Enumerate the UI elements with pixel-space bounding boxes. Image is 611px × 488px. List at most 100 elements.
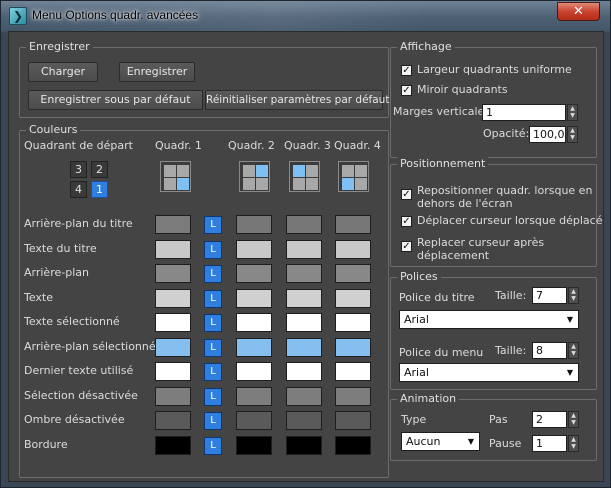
color-swatch-q3[interactable] (286, 288, 322, 308)
color-swatch-q2[interactable] (236, 435, 272, 455)
spin-down-icon[interactable]: ▼ (568, 134, 577, 141)
start-quadrant-1-button[interactable]: 1 (91, 181, 108, 198)
animation-pause-input[interactable]: 1 (532, 435, 567, 452)
spin-up-icon[interactable]: ▲ (569, 412, 578, 419)
opacity-spinner[interactable]: ▲ ▼ (567, 126, 578, 143)
load-button[interactable]: Charger (28, 62, 98, 82)
link-colors-button[interactable]: L (204, 265, 222, 283)
link-colors-button[interactable]: L (204, 240, 222, 259)
vertical-margins-label: Marges verticales (393, 105, 491, 118)
color-swatch-q1[interactable] (155, 386, 191, 406)
menu-font-select[interactable]: Arial ▼ (399, 363, 579, 382)
color-swatch-q1[interactable] (155, 362, 191, 381)
color-swatch-q3[interactable] (286, 215, 322, 234)
vertical-margins-input[interactable]: 1 (482, 104, 566, 121)
color-swatch-q1[interactable] (155, 239, 191, 259)
title-size-input[interactable]: 7 (532, 287, 567, 304)
animation-step-input[interactable]: 2 (532, 411, 567, 428)
color-row-label: Arrière-plan du titre (24, 217, 133, 230)
start-quadrant-3-button[interactable]: 3 (70, 161, 87, 178)
color-swatch-q3[interactable] (286, 411, 322, 430)
color-swatch-q2[interactable] (236, 313, 272, 332)
spin-up-icon[interactable]: ▲ (568, 127, 577, 134)
animation-step-spinner[interactable]: ▲ ▼ (568, 411, 579, 428)
color-swatch-q1[interactable] (155, 215, 191, 234)
color-swatch-q1[interactable] (155, 337, 191, 357)
spin-up-icon[interactable]: ▲ (569, 343, 578, 350)
reposition-checkbox[interactable]: ✓ (401, 189, 412, 200)
chevron-down-icon[interactable]: ▼ (567, 364, 573, 381)
title-bar[interactable]: ❯ Menu Options quadr. avancées ✕ (1, 1, 610, 31)
color-swatch-q2[interactable] (236, 264, 272, 283)
color-swatch-q4[interactable] (335, 239, 371, 259)
save-button[interactable]: Enregistrer (119, 62, 195, 82)
spin-down-icon[interactable]: ▼ (569, 350, 578, 357)
link-colors-button[interactable]: L (204, 412, 222, 430)
uniform-width-label: Largeur quadrants uniforme (417, 63, 572, 76)
color-swatch-q4[interactable] (335, 411, 371, 430)
color-swatch-q1[interactable] (155, 313, 191, 332)
reset-defaults-button[interactable]: Réinitialiser paramètres par défaut (205, 90, 389, 110)
color-swatch-q2[interactable] (236, 386, 272, 406)
replace-cursor-checkbox[interactable]: ✓ (401, 241, 412, 252)
color-swatch-q1[interactable] (155, 411, 191, 430)
color-swatch-q3[interactable] (286, 362, 322, 381)
save-as-default-button[interactable]: Enregistrer sous par défaut (28, 90, 203, 110)
link-colors-button[interactable]: L (204, 363, 222, 381)
color-swatch-q1[interactable] (155, 264, 191, 283)
color-swatch-q2[interactable] (236, 362, 272, 381)
color-swatch-q3[interactable] (286, 435, 322, 455)
color-swatch-q2[interactable] (236, 411, 272, 430)
menu-size-spinner[interactable]: ▲ ▼ (568, 342, 579, 359)
color-swatch-q4[interactable] (335, 215, 371, 234)
color-swatch-q2[interactable] (236, 288, 272, 308)
link-colors-button[interactable]: L (204, 436, 222, 455)
chevron-down-icon[interactable]: ▼ (468, 433, 474, 450)
spin-up-icon[interactable]: ▲ (569, 288, 578, 295)
chevron-down-icon[interactable]: ▼ (567, 311, 573, 328)
vertical-margins-spinner[interactable]: ▲ ▼ (567, 104, 578, 121)
color-swatch-q2[interactable] (236, 239, 272, 259)
color-swatch-q4[interactable] (335, 288, 371, 308)
quadrant-3-preview-icon (289, 161, 320, 192)
move-cursor-checkbox[interactable]: ✓ (401, 216, 412, 227)
color-swatch-q4[interactable] (335, 313, 371, 332)
link-colors-button[interactable]: L (204, 338, 222, 357)
link-colors-button[interactable]: L (204, 216, 222, 234)
color-swatch-q4[interactable] (335, 362, 371, 381)
link-colors-button[interactable]: L (204, 289, 222, 308)
color-swatch-q2[interactable] (236, 337, 272, 357)
start-quadrant-2-button[interactable]: 2 (91, 161, 108, 178)
color-swatch-q4[interactable] (335, 386, 371, 406)
spin-up-icon[interactable]: ▲ (568, 105, 577, 112)
mirror-checkbox[interactable]: ✓ (401, 85, 412, 96)
title-font-select[interactable]: Arial ▼ (399, 310, 579, 329)
menu-size-input[interactable]: 8 (532, 342, 567, 359)
link-colors-button[interactable]: L (204, 314, 222, 332)
color-swatch-q3[interactable] (286, 337, 322, 357)
uniform-width-checkbox[interactable]: ✓ (401, 65, 412, 76)
close-button[interactable]: ✕ (557, 2, 600, 21)
spin-down-icon[interactable]: ▼ (569, 295, 578, 302)
color-swatch-q1[interactable] (155, 435, 191, 455)
title-size-spinner[interactable]: ▲ ▼ (568, 287, 579, 304)
start-quadrant-4-button[interactable]: 4 (70, 181, 87, 198)
color-swatch-q4[interactable] (335, 435, 371, 455)
color-swatch-q4[interactable] (335, 337, 371, 357)
color-swatch-q4[interactable] (335, 264, 371, 283)
animation-pause-spinner[interactable]: ▲ ▼ (568, 435, 579, 452)
color-swatch-q1[interactable] (155, 288, 191, 308)
link-colors-button[interactable]: L (204, 387, 222, 406)
spin-down-icon[interactable]: ▼ (569, 419, 578, 426)
opacity-input[interactable]: 100,0 (529, 126, 566, 143)
spin-down-icon[interactable]: ▼ (568, 112, 577, 119)
color-swatch-q3[interactable] (286, 313, 322, 332)
color-swatch-q2[interactable] (236, 215, 272, 234)
animation-type-select[interactable]: Aucun ▼ (401, 432, 480, 451)
spin-up-icon[interactable]: ▲ (569, 436, 578, 443)
color-swatch-q3[interactable] (286, 386, 322, 406)
color-swatch-q3[interactable] (286, 239, 322, 259)
spin-down-icon[interactable]: ▼ (569, 443, 578, 450)
color-swatch-q3[interactable] (286, 264, 322, 283)
animation-type-label: Type (401, 413, 427, 426)
